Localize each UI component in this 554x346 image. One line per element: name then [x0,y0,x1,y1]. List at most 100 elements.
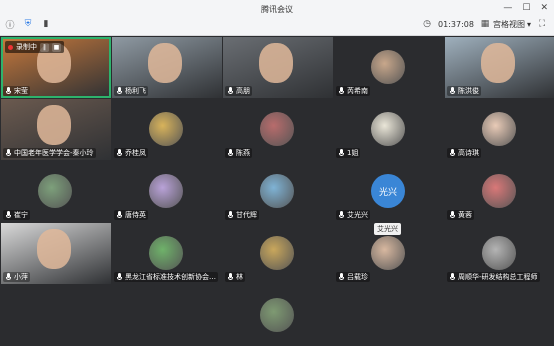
participant-name-text: 林 [236,273,243,281]
microphone-icon [338,149,345,157]
microphone-icon [116,149,123,157]
title-bar: 腾讯会议 ⓘ ⛨ ▮ — ☐ ✕ ◷ 01:37:08 ▦ 宫格视图 ▾ ⛶ [0,0,554,36]
video-feed [37,229,71,269]
profile-photo-icon [149,236,183,270]
participant-tile[interactable]: 芮希南 [334,37,444,98]
participant-tile[interactable]: 甘代辉 [223,161,333,222]
participant-name-text: 黄蓉 [458,211,472,219]
maximize-icon[interactable]: ☐ [522,3,530,13]
minimize-icon[interactable]: — [503,3,512,13]
participant-name: 陈燕 [225,148,252,158]
profile-photo-icon [260,174,294,208]
participant-name: 中国老年医学学会-秦小玲 [3,148,96,158]
profile-photo-icon [482,174,516,208]
video-feed [259,43,293,83]
microphone-icon [5,149,12,157]
stop-icon[interactable]: ■ [52,42,61,52]
name-tooltip: 艾光兴 [374,223,401,235]
profile-photo-icon [260,298,294,332]
meeting-info-toolbar: ⓘ ⛨ ▮ [4,18,52,31]
participant-tile[interactable]: 1姐 [334,99,444,160]
participant-name-text: 小萍 [14,273,28,281]
fullscreen-icon[interactable]: ⛶ [536,18,548,30]
participant-tile[interactable]: 高诗琪 [445,99,554,160]
participant-name-text: 唐侍英 [125,211,146,219]
window-title: 腾讯会议 [261,5,293,14]
participant-tile[interactable]: 崔宁 [1,161,111,222]
participant-name: 黄蓉 [447,210,474,220]
participant-tile[interactable]: 黑龙江省标准技术创新协会… [112,223,222,284]
profile-photo-icon [371,50,405,84]
microphone-icon [227,273,234,281]
microphone-icon [5,273,12,281]
participant-name-text: 陈洪俊 [458,87,479,95]
participant-tile[interactable]: 陈洪俊 [445,37,554,98]
participant-tile[interactable]: 光兴 艾光兴 [334,161,444,222]
participant-tile[interactable]: 唐侍英 [112,161,222,222]
microphone-icon [116,273,123,281]
participant-name-text: 宋莹 [14,87,28,95]
close-icon[interactable]: ✕ [540,3,548,13]
participant-name-text: 崔宁 [14,211,28,219]
participant-name-text: 高诗琪 [458,149,479,157]
view-switch-button[interactable]: ▦ 宫格视图 ▾ [479,18,531,30]
participant-name-text: 甘代辉 [236,211,257,219]
participant-name-text: 艾光兴 [347,211,368,219]
participant-name: 甘代辉 [225,210,259,220]
microphone-icon [5,87,12,95]
participant-name-text: 杨利飞 [125,87,146,95]
timer-icon: ◷ [423,19,431,29]
microphone-icon [449,211,456,219]
microphone-icon [227,149,234,157]
participant-name-text: 吕载珍 [347,273,368,281]
participant-name: 高朋 [225,86,252,96]
participant-name: 1姐 [336,148,361,158]
profile-photo-icon [149,112,183,146]
pause-icon[interactable]: ‖ [40,42,49,52]
participant-tile[interactable] [223,285,333,346]
microphone-icon [227,211,234,219]
participant-name: 芮希南 [336,86,370,96]
profile-photo-icon [260,112,294,146]
video-feed [481,43,515,83]
participant-name-text: 中国老年医学学会-秦小玲 [14,149,94,157]
participant-tile[interactable]: 黄蓉 [445,161,554,222]
participant-tile[interactable]: 中国老年医学学会-秦小玲 [1,99,111,160]
participant-name-text: 周顺华-研发结构总工程师 [458,273,538,281]
participant-name-text: 陈燕 [236,149,250,157]
recording-indicator[interactable]: 录制中 ‖ ■ [5,41,64,53]
profile-photo-icon [482,236,516,270]
chevron-down-icon: ▾ [526,19,531,29]
participant-name-text: 高朋 [236,87,250,95]
microphone-icon [449,149,456,157]
signal-icon[interactable]: ▮ [40,18,52,30]
shield-icon[interactable]: ⛨ [22,18,34,30]
profile-photo-icon [149,174,183,208]
record-dot-icon [8,44,13,50]
microphone-icon [338,211,345,219]
profile-photo-icon [38,174,72,208]
microphone-icon [449,273,456,281]
participant-name: 小萍 [3,272,30,282]
meeting-timer: 01:37:08 [438,19,474,29]
video-feed [148,43,182,83]
participant-tile[interactable]: 小萍 [1,223,111,284]
participant-tile[interactable]: 录制中 ‖ ■ 宋莹 [1,37,111,98]
participant-tile[interactable]: 林 [223,223,333,284]
participant-name-text: 1姐 [347,149,359,157]
recording-label: 录制中 [16,43,37,51]
microphone-icon [449,87,456,95]
profile-photo-icon [260,236,294,270]
participant-name: 宋莹 [3,86,30,96]
participant-tile[interactable]: 周顺华-研发结构总工程师 [445,223,554,284]
participant-tile[interactable]: 乔桂凤 [112,99,222,160]
participant-tile[interactable]: 高朋 [223,37,333,98]
participant-name-text: 芮希南 [347,87,368,95]
window-controls: — ☐ ✕ [503,3,548,13]
participant-name: 高诗琪 [447,148,481,158]
profile-photo-icon [371,112,405,146]
info-icon[interactable]: ⓘ [4,18,16,31]
participant-tile[interactable]: 陈燕 [223,99,333,160]
participant-tile[interactable]: 杨利飞 [112,37,222,98]
participant-name: 周顺华-研发结构总工程师 [447,272,540,282]
